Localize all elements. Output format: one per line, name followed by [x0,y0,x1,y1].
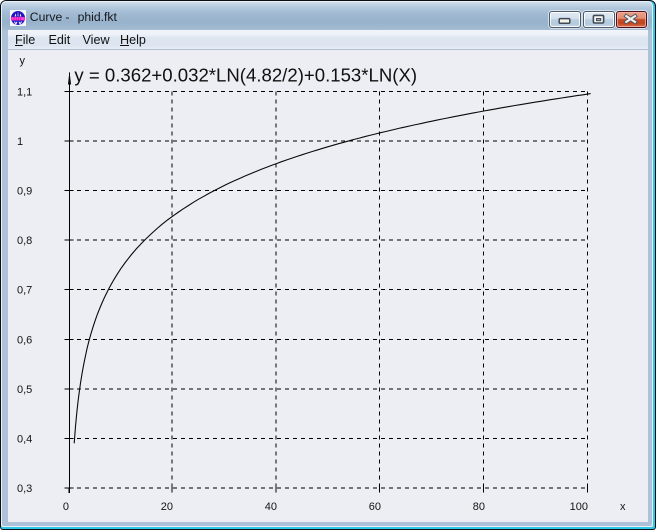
svg-text:1,1: 1,1 [17,86,32,98]
svg-text:1: 1 [17,136,23,148]
svg-text:60: 60 [369,501,381,513]
svg-text:40: 40 [265,501,277,513]
svg-text:20: 20 [161,501,173,513]
svg-text:0: 0 [63,501,69,513]
svg-text:100: 100 [570,501,588,513]
svg-text:0,6: 0,6 [17,334,32,346]
svg-text:80: 80 [473,501,485,513]
svg-text:y = 0.362+0.032*LN(4.82/2)+0.1: y = 0.362+0.032*LN(4.82/2)+0.153*LN(X) [74,64,417,85]
svg-text:0,7: 0,7 [17,284,32,296]
svg-text:0,4: 0,4 [17,433,32,445]
svg-text:0,8: 0,8 [17,235,32,247]
svg-text:0,5: 0,5 [17,383,32,395]
svg-text:x: x [620,501,626,513]
svg-text:y: y [20,55,26,67]
svg-text:0,3: 0,3 [17,483,32,495]
svg-text:0,9: 0,9 [17,185,32,197]
